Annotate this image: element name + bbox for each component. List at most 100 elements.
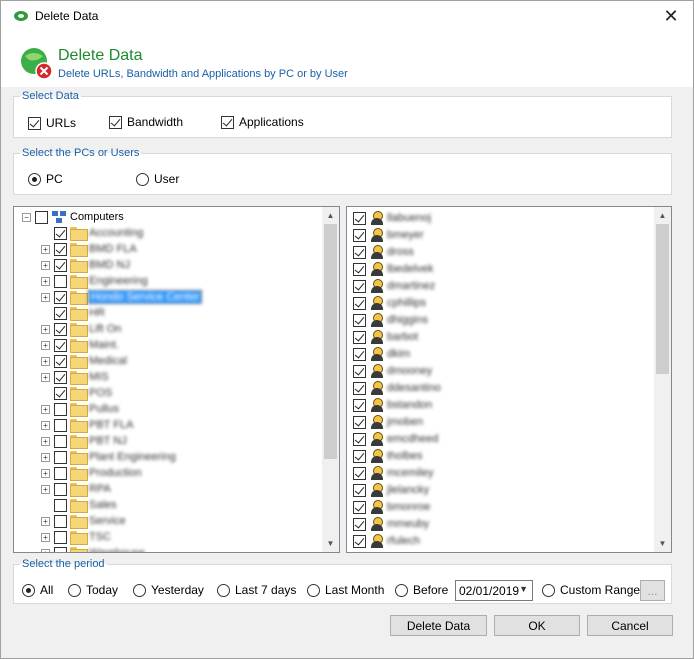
expand-icon[interactable]: + [41, 276, 50, 286]
user-item-checkbox[interactable] [353, 245, 366, 259]
tree-item[interactable]: + BMD NJ [41, 257, 130, 273]
user-radio[interactable]: User [136, 172, 179, 186]
expand-icon[interactable]: + [41, 340, 50, 350]
user-item-checkbox[interactable] [353, 398, 366, 412]
user-list-item[interactable]: ddesantino [353, 380, 441, 396]
user-list-item[interactable]: dhiggins [353, 312, 428, 328]
user-list-item[interactable]: barbot [353, 329, 418, 345]
expand-icon[interactable]: + [41, 324, 50, 334]
scroll-up-icon[interactable]: ▲ [654, 207, 671, 224]
expand-icon[interactable]: + [41, 372, 50, 382]
close-icon[interactable]: ✕ [649, 1, 693, 31]
tree-item-checkbox[interactable] [54, 306, 67, 320]
tree-item[interactable]: + PBT NJ [41, 433, 127, 449]
tree-scrollbar[interactable]: ▲ ▼ [322, 207, 339, 552]
tree-item-checkbox[interactable] [54, 354, 67, 368]
tree-item-checkbox[interactable] [54, 466, 67, 480]
user-list-item[interactable]: bstandon [353, 397, 432, 413]
period-before-radio[interactable]: Before [395, 583, 448, 597]
cancel-button[interactable]: Cancel [587, 615, 673, 636]
expand-icon[interactable]: + [41, 484, 50, 494]
user-item-checkbox[interactable] [353, 279, 366, 293]
user-item-checkbox[interactable] [353, 517, 366, 531]
user-list-item[interactable]: dmooney [353, 363, 432, 379]
tree-item-checkbox[interactable] [54, 338, 67, 352]
tree-item-checkbox[interactable] [54, 402, 67, 416]
user-list-item[interactable]: jlelancky [353, 482, 429, 498]
expand-icon[interactable]: + [41, 548, 50, 552]
tree-item[interactable]: + RPA [41, 481, 111, 497]
pc-radio[interactable]: PC [28, 172, 63, 186]
chevron-down-icon[interactable]: ▼ [519, 584, 528, 594]
tree-item[interactable]: + Service [41, 513, 126, 529]
expand-icon[interactable]: + [41, 436, 50, 446]
tree-item-checkbox[interactable] [54, 386, 67, 400]
tree-item-checkbox[interactable] [54, 546, 67, 552]
period-before-dot[interactable] [395, 583, 408, 597]
user-list-item[interactable]: mcemiley [353, 465, 433, 481]
expand-icon[interactable]: + [41, 244, 50, 254]
tree-item[interactable]: + Warehouse [41, 545, 145, 552]
expand-icon[interactable]: + [41, 420, 50, 430]
expand-icon[interactable]: + [41, 468, 50, 478]
user-item-checkbox[interactable] [353, 381, 366, 395]
expand-icon[interactable]: + [41, 516, 50, 526]
ok-button[interactable]: OK [494, 615, 580, 636]
period-custom-dot[interactable] [542, 583, 555, 597]
expand-icon[interactable]: + [41, 356, 50, 366]
before-date-picker[interactable]: 02/01/2019 ▼ [455, 580, 533, 601]
tree-item-checkbox[interactable] [54, 434, 67, 448]
user-item-checkbox[interactable] [353, 228, 366, 242]
collapse-icon[interactable]: − [22, 212, 31, 222]
user-item-checkbox[interactable] [353, 500, 366, 514]
user-list-item[interactable]: tholbes [353, 448, 422, 464]
user-item-checkbox[interactable] [353, 211, 366, 225]
period-lastmonth-dot[interactable] [307, 583, 320, 597]
tree-root-checkbox[interactable] [35, 210, 48, 224]
user-item-checkbox[interactable] [353, 364, 366, 378]
period-custom-radio[interactable]: Custom Range [542, 583, 640, 597]
user-list-item[interactable]: lbedelvek [353, 261, 433, 277]
expand-icon[interactable]: + [41, 292, 50, 302]
tree-item[interactable]: + PBT FLA [41, 417, 133, 433]
expand-icon[interactable]: + [41, 260, 50, 270]
delete-data-button[interactable]: Delete Data [390, 615, 487, 636]
user-item-checkbox[interactable] [353, 347, 366, 361]
tree-item[interactable]: + MIS [41, 369, 109, 385]
user-list-item[interactable]: mmeuby [353, 516, 429, 532]
tree-item[interactable]: + Plant Engineering [41, 449, 176, 465]
custom-range-button[interactable]: ... [640, 580, 665, 601]
user-radio-dot[interactable] [136, 172, 149, 186]
user-list-item[interactable]: bmonroe [353, 499, 430, 515]
period-lastmonth-radio[interactable]: Last Month [307, 583, 384, 597]
tree-item[interactable]: + Production [41, 465, 142, 481]
urls-check[interactable] [28, 116, 41, 130]
user-item-checkbox[interactable] [353, 415, 366, 429]
tree-item-checkbox[interactable] [54, 498, 67, 512]
user-item-checkbox[interactable] [353, 466, 366, 480]
tree-item[interactable]: HR [41, 305, 105, 321]
user-item-checkbox[interactable] [353, 262, 366, 276]
tree-item[interactable]: Accounting [41, 225, 143, 241]
period-last7-dot[interactable] [217, 583, 230, 597]
period-today-radio[interactable]: Today [68, 583, 118, 597]
period-yesterday-dot[interactable] [133, 583, 146, 597]
user-item-checkbox[interactable] [353, 432, 366, 446]
tree-item[interactable]: + Maint. [41, 337, 119, 353]
tree-item-checkbox[interactable] [54, 322, 67, 336]
user-list-item[interactable]: jmoben [353, 414, 423, 430]
period-today-dot[interactable] [68, 583, 81, 597]
tree-item-checkbox[interactable] [54, 482, 67, 496]
tree-item-checkbox[interactable] [54, 530, 67, 544]
period-all-dot[interactable] [22, 583, 35, 597]
user-item-checkbox[interactable] [353, 313, 366, 327]
scroll-up-icon[interactable]: ▲ [322, 207, 339, 224]
tree-item-checkbox[interactable] [54, 450, 67, 464]
tree-item-checkbox[interactable] [54, 274, 67, 288]
pc-radio-dot[interactable] [28, 172, 41, 186]
bandwidth-checkbox[interactable]: Bandwidth [109, 115, 183, 129]
applications-check[interactable] [221, 115, 234, 129]
tree-item[interactable]: Sales [41, 497, 117, 513]
tree-item[interactable]: + Lift On [41, 321, 121, 337]
tree-item[interactable]: + TSC [41, 529, 111, 545]
